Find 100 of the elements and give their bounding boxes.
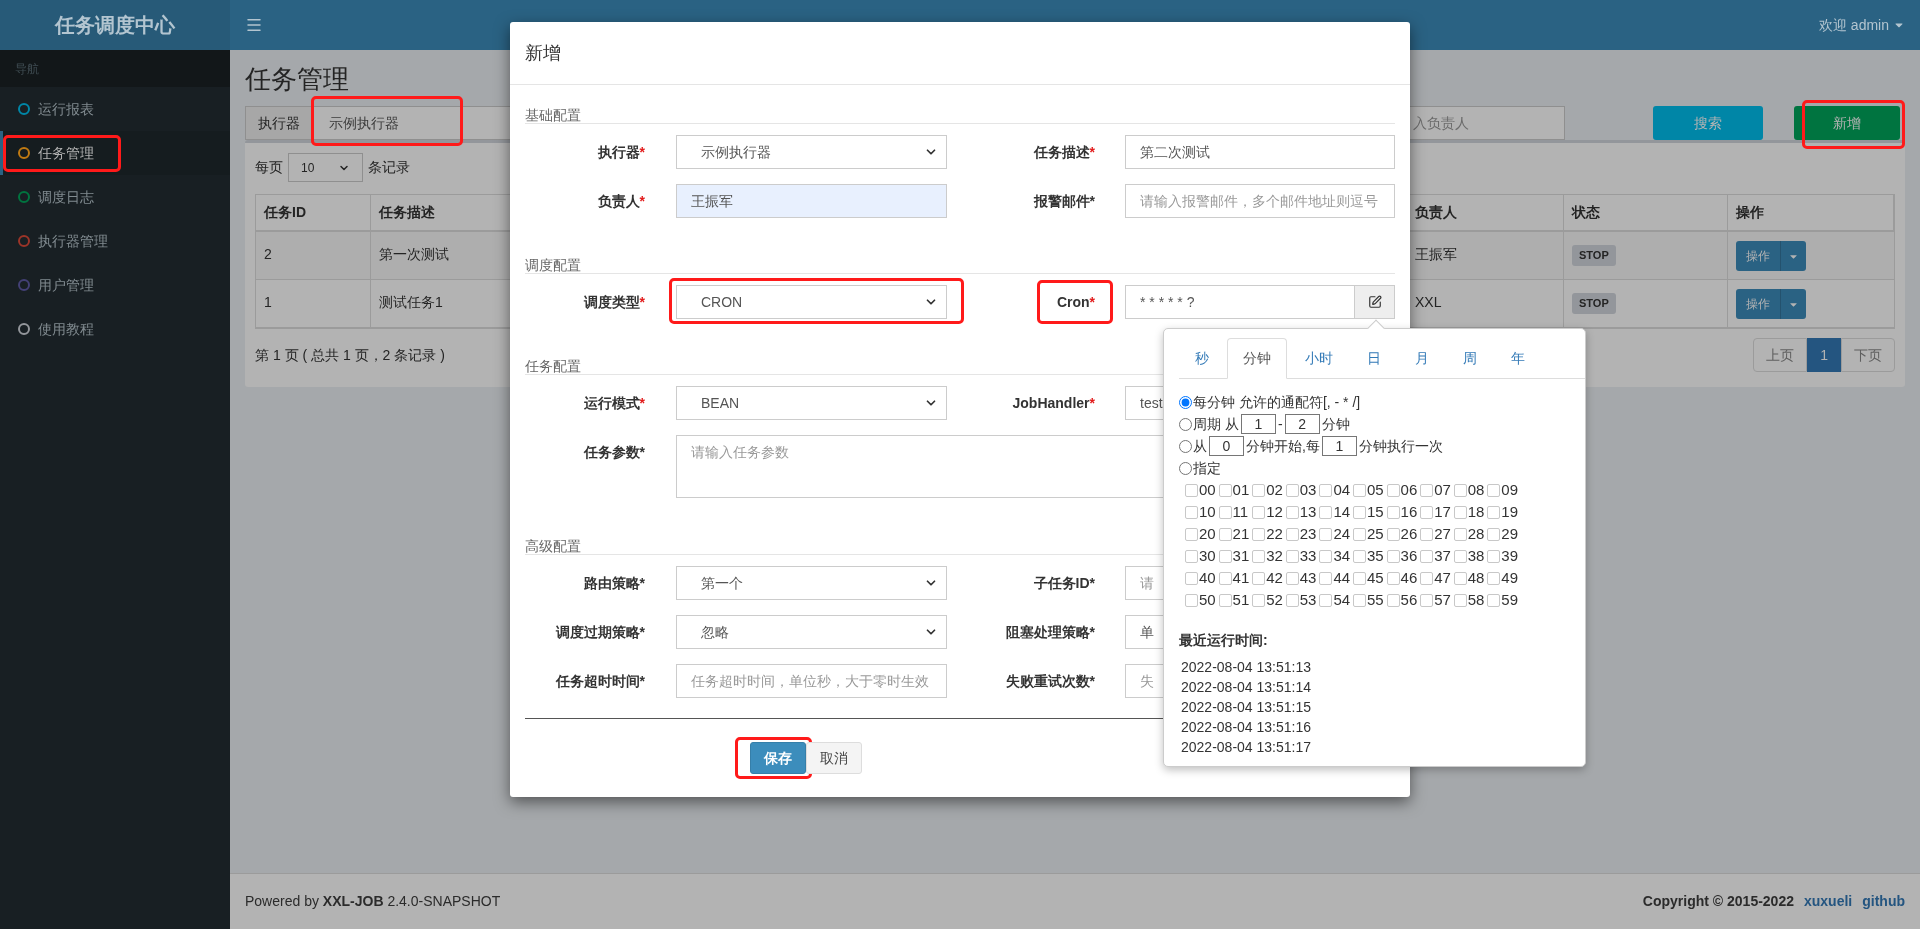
cron-tab[interactable]: 分钟 <box>1227 338 1287 379</box>
checkbox[interactable] <box>1285 593 1299 607</box>
footer-link[interactable]: xuxueli <box>1804 891 1853 912</box>
cron-tab[interactable]: 月 <box>1399 338 1445 379</box>
dropdown-toggle[interactable] <box>1781 241 1806 271</box>
checkbox[interactable] <box>1453 549 1467 563</box>
checkbox[interactable] <box>1252 571 1266 585</box>
checkbox[interactable] <box>1420 505 1434 519</box>
checkbox[interactable] <box>1218 527 1232 541</box>
checkbox[interactable] <box>1218 549 1232 563</box>
text-field[interactable]: * * * * * ? <box>1125 285 1355 319</box>
checkbox[interactable] <box>1453 571 1467 585</box>
checkbox[interactable] <box>1487 571 1501 585</box>
checkbox[interactable] <box>1352 593 1366 607</box>
select-field[interactable]: BEAN <box>676 386 947 420</box>
checkbox[interactable] <box>1252 593 1266 607</box>
checkbox[interactable] <box>1252 527 1266 541</box>
checkbox[interactable] <box>1185 571 1198 585</box>
text-field[interactable]: 王振军 <box>676 184 947 218</box>
sidebar-item[interactable]: 使用教程 <box>0 307 230 351</box>
checkbox[interactable] <box>1218 571 1232 585</box>
cron-tab[interactable]: 小时 <box>1289 338 1349 379</box>
footer-link[interactable]: github <box>1862 891 1905 912</box>
checkbox[interactable] <box>1487 505 1501 519</box>
dropdown-toggle[interactable] <box>1781 289 1806 319</box>
edit-button[interactable] <box>1355 285 1395 319</box>
checkbox[interactable] <box>1252 505 1266 519</box>
checkbox[interactable] <box>1285 549 1299 563</box>
checkbox[interactable] <box>1352 527 1366 541</box>
checkbox[interactable] <box>1185 527 1198 541</box>
checkbox[interactable] <box>1319 549 1333 563</box>
sidebar-item[interactable]: 运行报表 <box>0 87 230 131</box>
checkbox[interactable] <box>1453 505 1467 519</box>
number-field[interactable]: 0 <box>1209 436 1244 456</box>
add-button[interactable]: 新增 <box>1794 106 1900 140</box>
checkbox[interactable] <box>1420 549 1434 563</box>
radio-button[interactable] <box>1179 395 1192 409</box>
checkbox[interactable] <box>1285 527 1299 541</box>
sidebar-item[interactable]: 任务管理 <box>0 131 230 175</box>
radio-button[interactable] <box>1179 439 1192 453</box>
checkbox[interactable] <box>1386 571 1400 585</box>
checkbox[interactable] <box>1319 571 1333 585</box>
checkbox[interactable] <box>1420 483 1434 497</box>
checkbox[interactable] <box>1487 593 1501 607</box>
action-button[interactable]: 操作 <box>1736 289 1781 319</box>
checkbox[interactable] <box>1185 593 1198 607</box>
cron-tab[interactable]: 日 <box>1351 338 1397 379</box>
text-field[interactable]: 请输入报警邮件，多个邮件地址则逗号 <box>1125 184 1395 218</box>
form-button[interactable]: 保存 <box>750 742 806 774</box>
checkbox[interactable] <box>1386 549 1400 563</box>
menu-icon[interactable] <box>245 16 263 34</box>
checkbox[interactable] <box>1319 593 1333 607</box>
checkbox[interactable] <box>1386 483 1400 497</box>
pager-button[interactable]: 上页 <box>1753 338 1808 372</box>
checkbox[interactable] <box>1386 527 1400 541</box>
select-field[interactable]: 示例执行器 <box>676 135 947 169</box>
checkbox[interactable] <box>1352 549 1366 563</box>
checkbox[interactable] <box>1420 527 1434 541</box>
checkbox[interactable] <box>1487 549 1501 563</box>
checkbox[interactable] <box>1352 571 1366 585</box>
sidebar-item[interactable]: 用户管理 <box>0 263 230 307</box>
pager-button[interactable]: 1 <box>1807 338 1841 372</box>
checkbox[interactable] <box>1185 483 1198 497</box>
number-field[interactable]: 2 <box>1284 414 1320 434</box>
sidebar-item[interactable]: 执行器管理 <box>0 219 230 263</box>
checkbox[interactable] <box>1420 593 1434 607</box>
checkbox[interactable] <box>1453 483 1467 497</box>
checkbox[interactable] <box>1453 527 1467 541</box>
radio-button[interactable] <box>1179 417 1192 431</box>
checkbox[interactable] <box>1285 505 1299 519</box>
pager-button[interactable]: 下页 <box>1841 338 1895 372</box>
checkbox[interactable] <box>1420 571 1434 585</box>
number-field[interactable]: 1 <box>1240 414 1276 434</box>
text-field[interactable]: 第二次测试 <box>1125 135 1395 169</box>
cron-tab[interactable]: 秒 <box>1179 338 1225 379</box>
checkbox[interactable] <box>1319 527 1333 541</box>
checkbox[interactable] <box>1285 571 1299 585</box>
checkbox[interactable] <box>1319 505 1333 519</box>
number-field[interactable]: 1 <box>1321 436 1357 456</box>
select-field[interactable]: 忽略 <box>676 615 947 649</box>
checkbox[interactable] <box>1319 483 1333 497</box>
checkbox[interactable] <box>1218 505 1232 519</box>
radio-button[interactable] <box>1179 461 1192 475</box>
cron-tab[interactable]: 年 <box>1495 338 1541 379</box>
checkbox[interactable] <box>1218 483 1232 497</box>
cron-tab[interactable]: 周 <box>1447 338 1493 379</box>
checkbox[interactable] <box>1352 505 1366 519</box>
text-field[interactable]: 任务超时时间，单位秒，大于零时生效 <box>676 664 947 698</box>
checkbox[interactable] <box>1386 593 1400 607</box>
form-button[interactable]: 取消 <box>806 742 862 774</box>
checkbox[interactable] <box>1185 505 1198 519</box>
checkbox[interactable] <box>1487 527 1501 541</box>
checkbox[interactable] <box>1487 483 1501 497</box>
user-menu[interactable]: 欢迎 admin <box>1818 14 1905 36</box>
sidebar-item[interactable]: 调度日志 <box>0 175 230 219</box>
checkbox[interactable] <box>1453 593 1467 607</box>
checkbox[interactable] <box>1252 483 1266 497</box>
select-field[interactable]: CRON <box>676 285 947 319</box>
checkbox[interactable] <box>1352 483 1366 497</box>
checkbox[interactable] <box>1218 593 1232 607</box>
